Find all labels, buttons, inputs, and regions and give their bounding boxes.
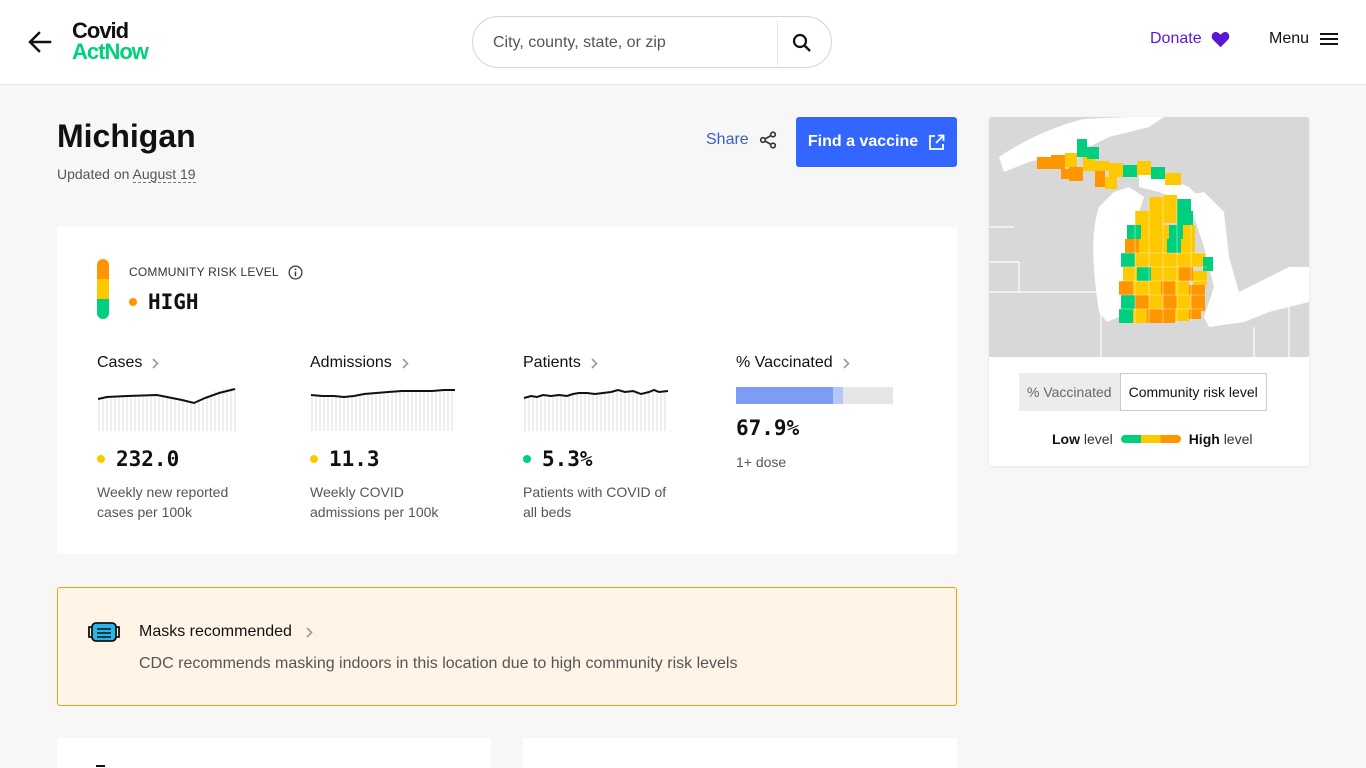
external-link-icon [929,134,945,150]
michigan-map-graphic [989,117,1309,357]
search-input[interactable] [493,29,773,57]
vaccination-progress-bar [736,387,893,404]
search-icon[interactable] [791,32,813,54]
map-legend: Low level High level [1052,431,1252,447]
metric-admissions-desc: Weekly COVID admissions per 100k [310,484,439,520]
chevron-right-icon [843,357,850,369]
risk-level-scale [97,259,109,319]
metric-admissions-title[interactable]: Admissions [310,354,490,372]
chevron-right-icon [402,357,409,369]
admissions-sparkline [310,389,455,431]
donate-label: Donate [1150,30,1202,47]
toggle-community-risk[interactable]: Community risk level [1119,373,1267,411]
metric-vaccinated[interactable]: % Vaccinated 67.9% 1+ dose [736,354,916,470]
risk-level-label: COMMUNITY RISK LEVEL [129,265,279,279]
menu-label: Menu [1269,30,1310,47]
search-box [472,16,832,68]
cases-dot [97,455,105,463]
metric-admissions-label: Admissions [310,354,392,371]
covid-act-now-logo[interactable]: Covid ActNow [72,18,149,64]
masks-title-text: Masks recommended [139,623,292,640]
bottom-card-left [57,738,491,768]
page-title: Michigan [57,118,196,154]
logo-line-2: ActNow [72,39,149,64]
admissions-dot [310,455,318,463]
risk-scale-low [97,299,109,319]
share-button[interactable]: Share [706,131,777,149]
metric-patients-label: Patients [523,354,581,371]
find-vaccine-label: Find a vaccine [807,133,919,150]
chevron-right-icon [306,626,313,638]
top-header: Covid ActNow Donate Menu [0,0,1366,85]
info-icon[interactable] [288,265,303,280]
patients-value-text: 5.3% [542,447,593,471]
risk-scale-medium [97,279,109,299]
community-risk-card: COMMUNITY RISK LEVEL HIGH Cases 232.0 We… [57,227,957,554]
hamburger-icon [1320,33,1339,45]
updated-text: Updated on August 19 [57,166,196,183]
patients-dot [523,455,531,463]
chevron-right-icon [591,357,598,369]
face-mask-icon [88,622,120,642]
masks-recommended-card[interactable]: Masks recommended CDC recommends masking… [57,587,957,706]
share-icon [759,131,776,149]
metric-patients-title[interactable]: Patients [523,354,703,372]
menu-button[interactable]: Menu [1269,30,1339,48]
heart-icon [1211,31,1229,47]
metric-cases[interactable]: Cases 232.0 Weekly new reported cases pe… [97,354,277,520]
cases-sparkline [97,388,236,431]
updated-prefix: Updated on [57,166,130,182]
metric-patients-desc: Patients with COVID of all beds [523,484,667,520]
search-divider [777,21,778,65]
state-map-card: % Vaccinated Community risk level Low le… [989,117,1309,466]
toggle-vaccinated[interactable]: % Vaccinated [1019,373,1120,411]
metric-admissions[interactable]: Admissions 11.3 Weekly COVID admissions … [310,354,490,520]
legend-gradient [1120,435,1181,443]
masks-description: CDC recommends masking indoors in this l… [139,655,738,672]
find-vaccine-button[interactable]: Find a vaccine [796,117,957,167]
legend-low-bold: Low [1052,431,1080,447]
vaccination-progress-secondary [833,387,843,404]
metric-admissions-value: 11.3 [310,447,380,471]
metric-patients-value: 5.3% [523,447,593,471]
legend-high-bold: High [1188,431,1220,447]
metric-vaccinated-value: 67.9% [736,416,800,440]
bottom-card-right [523,738,957,768]
masks-title[interactable]: Masks recommended [139,623,313,641]
legend-high-rest: level [1223,431,1253,447]
vaccination-progress-fill [736,387,833,404]
risk-level-value: HIGH [129,290,199,314]
metric-vaccinated-title[interactable]: % Vaccinated [736,354,916,372]
metric-cases-desc: Weekly new reported cases per 100k [97,484,229,520]
risk-dot [129,298,137,306]
chevron-right-icon [152,357,159,369]
metric-vaccinated-desc: 1+ dose [736,454,787,470]
risk-scale-high [97,259,109,279]
metric-patients[interactable]: Patients 5.3% Patients with COVID of all… [523,354,703,520]
patients-sparkline [523,388,669,431]
legend-low-rest: level [1083,431,1113,447]
donate-button[interactable]: Donate [1150,30,1230,48]
metric-cases-title[interactable]: Cases [97,354,277,372]
logo-line-1: Covid [72,18,129,43]
updated-date[interactable]: August 19 [132,166,196,183]
risk-level-text: HIGH [148,290,199,314]
metric-cases-value: 232.0 [97,447,179,471]
michigan-county-map[interactable] [989,117,1309,357]
metric-vaccinated-label: % Vaccinated [736,354,833,371]
admissions-value-text: 11.3 [329,447,380,471]
map-metric-toggle: % Vaccinated Community risk level [1019,373,1267,411]
back-arrow-icon[interactable] [26,28,54,56]
cases-value-text: 232.0 [116,447,180,471]
metric-cases-label: Cases [97,354,143,371]
share-label: Share [706,131,749,148]
